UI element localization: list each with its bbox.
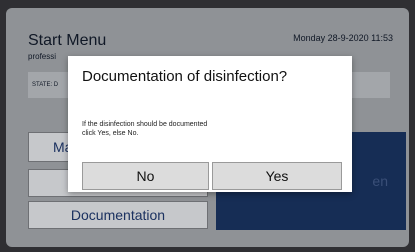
- dialog-message-line-2: click Yes, else No.: [82, 130, 139, 137]
- yes-button-label: Yes: [265, 168, 289, 184]
- yes-button[interactable]: Yes: [212, 162, 342, 190]
- no-button[interactable]: No: [82, 162, 209, 190]
- modal-overlay: Documentation of disinfection? If the di…: [0, 0, 415, 252]
- dialog-message: If the disinfection should be documented…: [82, 120, 302, 138]
- dialog-message-line-1: If the disinfection should be documented: [82, 121, 208, 128]
- confirm-dialog: Documentation of disinfection? If the di…: [68, 56, 352, 192]
- no-button-label: No: [136, 168, 155, 184]
- dialog-title: Documentation of disinfection?: [82, 68, 288, 85]
